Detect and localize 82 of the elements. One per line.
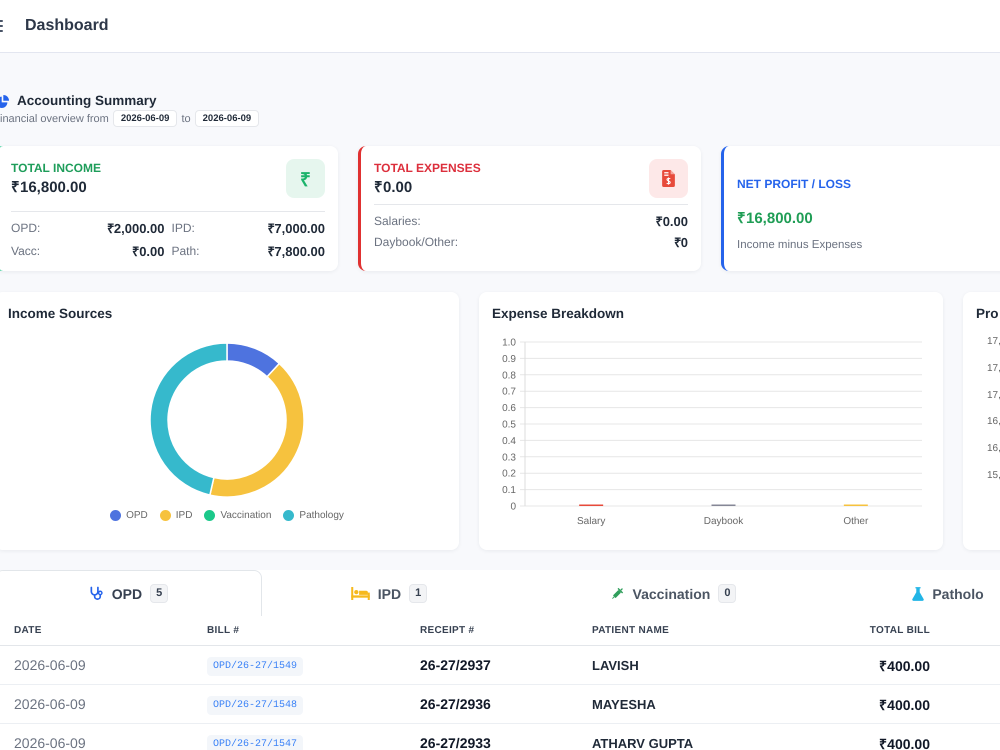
axis-category-label: Other (843, 516, 868, 527)
table-cell-text: 2026-06-09 (13, 657, 87, 673)
axis-tick-label: 15, (987, 468, 1000, 483)
axis-tick-label: 17, (987, 335, 1000, 349)
breakdown-label: IPD: (172, 220, 195, 234)
tab[interactable]: OPD 5 (0, 570, 262, 616)
date-chip: 2026-06-09 (112, 110, 178, 127)
axis-tick-label: 17, (987, 388, 1000, 403)
bill-tag: OPD/26-27/1547 (207, 734, 304, 750)
axis-tick-label: 0.1 (502, 485, 516, 496)
table-cell-text: LAVISH (591, 658, 640, 672)
bill-tag: OPD/26-27/1549 (207, 656, 304, 676)
breakdown-label: Path: (172, 244, 200, 258)
axis-tick-label: 0.8 (502, 370, 516, 382)
axis-tick-label: 0.4 (502, 436, 516, 447)
breakdown-value: ₹2,000.00 (106, 220, 164, 236)
card-value: ₹0.00 (374, 179, 412, 197)
table-cell-text: 26-27/2937 (419, 657, 492, 673)
column-header: TOTAL BILL (868, 625, 931, 636)
section-title: Accounting Summary (17, 93, 157, 109)
axis-tick-label: 0.6 (502, 403, 516, 414)
breakdown-value: ₹0.00 (132, 242, 164, 260)
axis-tick-label: 0.5 (502, 420, 516, 430)
flask-icon (912, 586, 924, 600)
axis-tick-label: 0.9 (502, 354, 516, 365)
legend-label: IPD (176, 510, 192, 520)
axis-tick-label: 16, (987, 415, 1000, 430)
section-subtitle: inancial overview from (0, 112, 109, 124)
rupee-icon: ₹ (286, 159, 325, 198)
syringe-icon (610, 586, 625, 601)
axis-tick-label: 0.2 (502, 468, 516, 480)
table-cell-text: ₹400.00 (878, 696, 931, 714)
axis-tick-label: 0 (510, 502, 516, 512)
column-header: BILL # (206, 625, 240, 636)
count-badge: 5 (150, 584, 168, 603)
chart-title: Pro (976, 306, 999, 322)
axis-tick-label: 0.3 (502, 452, 516, 464)
axis-category-label: Daybook (704, 516, 744, 527)
table-cell-text: MAYESHA (591, 696, 657, 712)
invoice-icon (649, 159, 688, 198)
card-note: Income minus Expenses (737, 238, 862, 252)
axis-tick-label: 16, (987, 442, 1000, 456)
table-cell-text: 26-27/2933 (419, 735, 492, 750)
bill-tag: OPD/26-27/1548 (207, 696, 304, 714)
card-value: ₹16,800.00 (737, 211, 813, 227)
legend-label: Pathology (299, 510, 344, 520)
card-label: NET PROFIT / LOSS (737, 177, 852, 191)
table-cell-text: 2026-06-09 (13, 735, 87, 750)
axis-tick-label: 1.0 (502, 338, 516, 348)
axis-tick-label: 0.7 (502, 386, 516, 398)
card-label: TOTAL EXPENSES (374, 161, 481, 175)
table-cell-text: ATHARV GUPTA (591, 736, 694, 750)
date-chip: 2026-06-09 (194, 110, 260, 127)
breakdown-value: ₹7,000.00 (267, 220, 325, 236)
column-header: DATE (13, 625, 43, 636)
breakdown-value: ₹0 (674, 234, 688, 250)
breakdown-label: OPD: (11, 220, 40, 234)
axis-tick-label: 17, (987, 362, 1000, 376)
column-header: PATIENT NAME (591, 625, 670, 636)
card-label: TOTAL INCOME (11, 161, 101, 175)
count-badge: 0 (718, 584, 736, 603)
legend-label: OPD (126, 510, 148, 520)
table-cell-text: 26-27/2936 (419, 696, 492, 712)
breakdown-value: ₹7,800.00 (267, 242, 325, 260)
table-cell-text: 2026-06-09 (13, 696, 87, 712)
chart-title: Income Sources (8, 306, 112, 322)
breakdown-label: Salaries: (374, 214, 421, 228)
axis-category-label: Salary (576, 516, 606, 527)
bed-icon (350, 587, 370, 600)
breakdown-label: Vacc: (11, 244, 40, 258)
page-title: Dashboard (25, 17, 109, 35)
table-cell-text: ₹400.00 (878, 734, 931, 750)
legend-label: Vaccination (220, 510, 272, 520)
breakdown-value: ₹0.00 (656, 212, 688, 230)
date-separator: to (181, 112, 191, 124)
card-value: ₹16,800.00 (11, 179, 87, 197)
table-cell-text: ₹400.00 (878, 656, 931, 674)
stethoscope-icon (88, 586, 104, 601)
column-header: RECEIPT # (419, 625, 476, 636)
breakdown-label: Daybook/Other: (374, 234, 458, 248)
count-badge: 1 (409, 584, 428, 603)
chart-title: Expense Breakdown (492, 306, 624, 322)
